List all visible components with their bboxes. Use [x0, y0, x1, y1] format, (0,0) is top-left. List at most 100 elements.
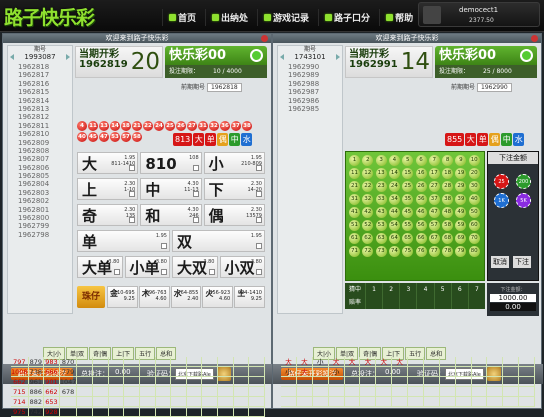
market-cell[interactable]: 中 4.30 11-13 [140, 178, 202, 200]
stake-input[interactable] [255, 165, 262, 171]
number-ball[interactable]: 64 [388, 233, 400, 244]
number-ball[interactable]: 41 [349, 207, 360, 218]
market-cell[interactable]: 大 1.95 811-1410 [77, 152, 139, 174]
number-ball[interactable]: 37 [428, 194, 440, 205]
chip-25[interactable]: 25 [494, 174, 509, 189]
history-item[interactable]: 1962799 [18, 222, 72, 230]
history-item[interactable]: 1962986 [288, 97, 342, 105]
history-item[interactable]: 1962807 [18, 155, 72, 163]
stake-value[interactable]: 1000.00 [490, 294, 536, 302]
number-ball[interactable]: 8 [442, 155, 454, 166]
number-ball[interactable]: 18 [442, 168, 454, 179]
number-ball[interactable]: 58 [442, 220, 454, 231]
number-ball[interactable]: 3 [375, 155, 387, 166]
stake-input[interactable] [161, 243, 167, 249]
number-ball[interactable]: 1 [349, 155, 360, 166]
number-ball[interactable]: 78 [442, 246, 454, 257]
next-arrow-icon[interactable] [66, 54, 70, 60]
number-ball[interactable]: 44 [388, 207, 400, 218]
prev-arrow-icon[interactable] [280, 54, 284, 60]
number-ball[interactable]: 10 [468, 155, 480, 166]
market-cell[interactable]: 偶 2.30 13579 [203, 204, 265, 226]
history-item[interactable]: 1962808 [18, 147, 72, 155]
stake-input[interactable] [129, 217, 136, 223]
number-ball[interactable]: 4 [388, 155, 400, 166]
number-ball[interactable]: 63 [375, 233, 387, 244]
number-ball[interactable]: 43 [375, 207, 387, 218]
market-cell[interactable]: 小 1.95 210-809 [203, 152, 265, 174]
number-ball[interactable]: 73 [375, 246, 387, 257]
stake-input[interactable] [192, 191, 199, 197]
number-ball[interactable]: 61 [349, 233, 360, 244]
number-ball[interactable]: 72 [362, 246, 374, 257]
chip-5K[interactable]: 5K [516, 193, 531, 208]
history-item[interactable]: 1962802 [18, 197, 72, 205]
number-ball[interactable]: 55 [402, 220, 414, 231]
history-item[interactable]: 1962817 [18, 71, 72, 79]
history-item[interactable]: 1962804 [18, 180, 72, 188]
number-ball[interactable]: 2 [362, 155, 374, 166]
number-ball[interactable]: 57 [428, 220, 440, 231]
user-box[interactable]: democect1 2377.50 [418, 2, 540, 27]
market-cell[interactable]: 双 1.95 [172, 230, 265, 252]
number-ball[interactable]: 49 [455, 207, 467, 218]
history-item[interactable]: 1962809 [18, 139, 72, 147]
cancel-button[interactable]: 取消 [491, 256, 509, 268]
market-cell[interactable]: 和 4.30 246 [140, 204, 202, 226]
number-ball[interactable]: 52 [362, 220, 374, 231]
market-cell[interactable]: 下 2.30 14-20 [203, 178, 265, 200]
nav-records[interactable]: 游戏记录 [257, 9, 315, 26]
number-ball[interactable]: 16 [415, 168, 427, 179]
stat-cell[interactable]: 金 210-695 9.25 [107, 286, 138, 308]
history-item[interactable]: 1962988 [288, 80, 342, 88]
number-ball[interactable]: 80 [468, 246, 480, 257]
number-ball[interactable]: 19 [455, 168, 467, 179]
market-cell[interactable]: 小双 3.80 [219, 256, 265, 278]
history-item[interactable]: 1962985 [288, 105, 342, 113]
number-ball[interactable]: 25 [402, 181, 414, 192]
number-ball[interactable]: 47 [428, 207, 440, 218]
history-item[interactable]: 1962990 [288, 63, 342, 71]
stake-input[interactable] [255, 217, 262, 223]
number-ball[interactable]: 51 [349, 220, 360, 231]
number-ball[interactable]: 68 [442, 233, 454, 244]
stake-input[interactable] [192, 217, 199, 223]
number-ball[interactable]: 45 [402, 207, 414, 218]
number-ball[interactable]: 13 [375, 168, 387, 179]
prev-arrow-icon[interactable] [10, 54, 14, 60]
history-item[interactable]: 1962806 [18, 164, 72, 172]
history-item[interactable]: 1962814 [18, 97, 72, 105]
number-ball[interactable]: 70 [468, 233, 480, 244]
number-ball[interactable]: 60 [468, 220, 480, 231]
market-cell[interactable]: 奇 2.30 135 [77, 204, 139, 226]
number-ball[interactable]: 22 [362, 181, 374, 192]
history-item[interactable]: 1962815 [18, 88, 72, 96]
stake-input[interactable] [192, 165, 199, 171]
number-ball[interactable]: 40 [468, 194, 480, 205]
number-ball[interactable]: 62 [362, 233, 374, 244]
history-item[interactable]: 1962987 [288, 88, 342, 96]
number-ball[interactable]: 67 [428, 233, 440, 244]
nav-home[interactable]: 首页 [162, 9, 202, 26]
stat-cell[interactable]: 水 764-855 2.40 [170, 286, 202, 308]
history-item[interactable]: 1962800 [18, 214, 72, 222]
number-ball[interactable]: 14 [388, 168, 400, 179]
dice-button[interactable]: 珠仔 [77, 286, 105, 308]
number-ball[interactable]: 56 [415, 220, 427, 231]
stake-input[interactable] [256, 243, 262, 249]
number-ball[interactable]: 27 [428, 181, 440, 192]
stake-input[interactable] [113, 269, 120, 275]
number-ball[interactable]: 17 [428, 168, 440, 179]
number-ball[interactable]: 5 [402, 155, 414, 166]
close-icon[interactable] [531, 35, 538, 42]
number-ball[interactable]: 48 [442, 207, 454, 218]
market-cell[interactable]: 小单 3.80 [124, 256, 170, 278]
history-item[interactable]: 1962813 [18, 105, 72, 113]
number-ball[interactable]: 76 [415, 246, 427, 257]
number-ball[interactable]: 30 [468, 181, 480, 192]
number-ball[interactable]: 31 [349, 194, 360, 205]
number-ball[interactable]: 38 [442, 194, 454, 205]
stake-input[interactable] [129, 165, 136, 171]
market-cell[interactable]: 大单 3.80 [77, 256, 123, 278]
number-ball[interactable]: 42 [362, 207, 374, 218]
